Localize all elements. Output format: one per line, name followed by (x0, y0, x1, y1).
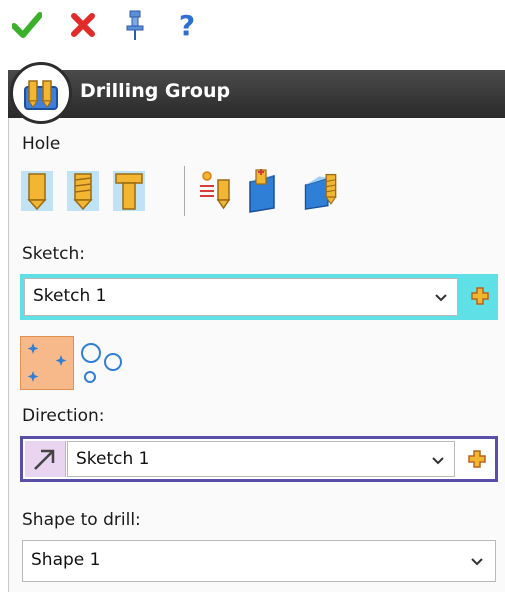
point-pattern-icon (27, 343, 67, 382)
direction-combo[interactable]: Sketch 1 (20, 436, 498, 482)
help-button[interactable]: ? (170, 8, 204, 42)
simple-hole-button[interactable] (18, 168, 56, 214)
threaded-hole-button[interactable] (64, 168, 102, 214)
hole-from-shape-icon (304, 173, 337, 210)
sketch-label: Sketch: (22, 244, 86, 264)
pin-button[interactable] (118, 8, 152, 42)
simple-hole-icon (21, 171, 53, 211)
shape-label: Shape to drill: (22, 510, 141, 530)
hole-from-shape-button[interactable] (302, 168, 340, 214)
checkmark-icon (12, 12, 42, 38)
counterbore-hole-button[interactable] (110, 168, 148, 214)
point-pattern-button[interactable] (20, 336, 74, 390)
close-icon (71, 13, 95, 37)
counterbore-hole-icon (113, 171, 145, 211)
chevron-down-icon[interactable] (430, 452, 446, 468)
pin-icon (126, 10, 144, 40)
plus-icon[interactable] (470, 286, 490, 306)
circle-pattern-button[interactable] (78, 340, 128, 386)
hole-series-icon (200, 171, 231, 210)
ok-button[interactable] (10, 8, 44, 42)
sketch-value: Sketch 1 (33, 286, 107, 306)
hole-label: Hole (22, 134, 61, 154)
add-hole-icon (249, 169, 275, 213)
direction-value: Sketch 1 (76, 449, 150, 469)
chevron-down-icon[interactable] (469, 553, 485, 569)
shape-combo[interactable]: Shape 1 (22, 540, 496, 582)
arrow-up-right-icon (34, 449, 55, 470)
toolbar-separator (184, 166, 185, 216)
hole-series-button[interactable] (198, 168, 236, 214)
panel-title: Drilling Group (80, 80, 231, 102)
circle-pattern-icon (81, 343, 122, 383)
sketch-combo[interactable]: Sketch 1 (20, 274, 498, 320)
cancel-button[interactable] (66, 8, 100, 42)
help-icon: ? (178, 8, 196, 42)
direction-arrow-button[interactable] (25, 441, 66, 477)
drilling-group-icon (10, 62, 72, 124)
plus-icon[interactable] (467, 449, 487, 469)
chevron-down-icon[interactable] (433, 289, 449, 305)
direction-label: Direction: (22, 406, 105, 426)
add-hole-button[interactable] (244, 168, 282, 214)
shape-value: Shape 1 (31, 550, 101, 570)
threaded-hole-icon (67, 171, 99, 211)
